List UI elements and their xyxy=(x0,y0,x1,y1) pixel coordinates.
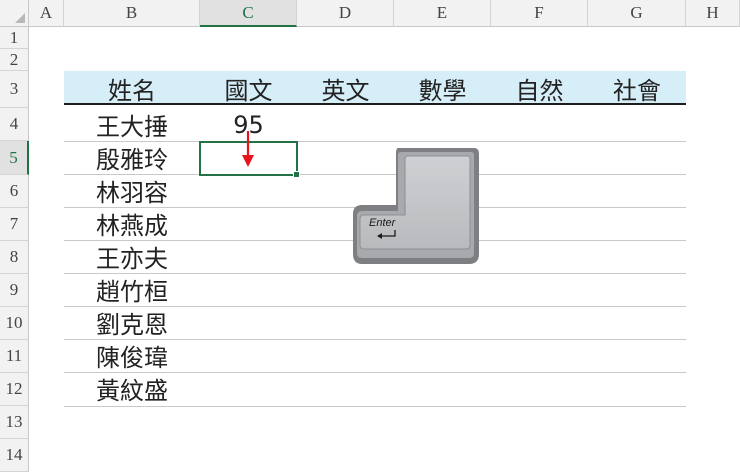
header-name[interactable]: 姓名 xyxy=(64,71,200,105)
header-math[interactable]: 數學 xyxy=(394,71,491,105)
row-header-7[interactable]: 7 xyxy=(0,208,29,241)
name-cell[interactable]: 劉克恩 xyxy=(64,306,200,339)
down-arrow-icon xyxy=(242,131,254,167)
row-header-3[interactable]: 3 xyxy=(0,71,29,108)
column-header-c[interactable]: C xyxy=(200,0,297,27)
row-header-5[interactable]: 5 xyxy=(0,141,29,175)
row-header-13[interactable]: 13 xyxy=(0,406,29,439)
fill-handle[interactable] xyxy=(293,171,300,178)
name-cell[interactable]: 王亦夫 xyxy=(64,240,200,273)
name-cell[interactable]: 陳俊瑋 xyxy=(64,339,200,372)
column-header-g[interactable]: G xyxy=(588,0,686,27)
name-cell[interactable]: 殷雅玲 xyxy=(64,141,200,174)
column-header-d[interactable]: D xyxy=(297,0,394,27)
enter-key-label: Enter xyxy=(369,217,396,229)
name-cell[interactable]: 林羽容 xyxy=(64,174,200,207)
row-header-2[interactable]: 2 xyxy=(0,49,29,71)
header-science[interactable]: 自然 xyxy=(491,71,588,105)
name-cell[interactable]: 王大捶 xyxy=(64,108,200,141)
column-header-h[interactable]: H xyxy=(686,0,740,27)
column-header-e[interactable]: E xyxy=(394,0,491,27)
header-chinese[interactable]: 國文 xyxy=(200,71,297,105)
name-cell[interactable]: 黃紋盛 xyxy=(64,372,200,405)
enter-key-shape-icon xyxy=(353,148,479,264)
row-header-6[interactable]: 6 xyxy=(0,175,29,208)
name-cell[interactable]: 趙竹桓 xyxy=(64,273,200,306)
row-header-1[interactable]: 1 xyxy=(0,27,29,49)
row-header-8[interactable]: 8 xyxy=(0,241,29,274)
spreadsheet: A B C D E F G H 1 2 3 4 5 6 7 8 9 10 11 … xyxy=(0,0,740,472)
row-header-4[interactable]: 4 xyxy=(0,108,29,141)
row-header-11[interactable]: 11 xyxy=(0,340,29,373)
row-header-10[interactable]: 10 xyxy=(0,307,29,340)
row-header-12[interactable]: 12 xyxy=(0,373,29,406)
select-all-corner[interactable] xyxy=(0,0,29,27)
row-divider xyxy=(64,406,686,407)
column-header-a[interactable]: A xyxy=(29,0,64,27)
header-social[interactable]: 社會 xyxy=(588,71,686,105)
row-header-14[interactable]: 14 xyxy=(0,439,29,472)
name-cell[interactable]: 林燕成 xyxy=(64,207,200,240)
column-header-f[interactable]: F xyxy=(491,0,588,27)
enter-key: Enter xyxy=(352,146,480,266)
row-header-9[interactable]: 9 xyxy=(0,274,29,307)
header-english[interactable]: 英文 xyxy=(297,71,394,105)
column-header-b[interactable]: B xyxy=(64,0,200,27)
